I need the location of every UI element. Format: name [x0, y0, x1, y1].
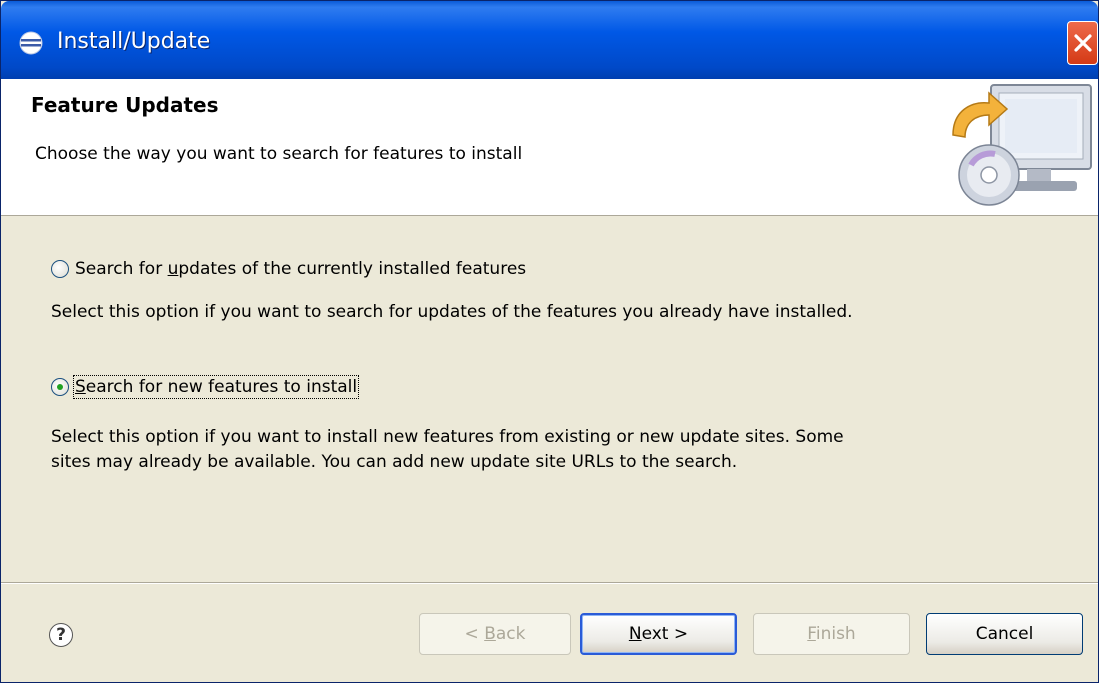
close-x-icon [1074, 34, 1092, 52]
next-button[interactable]: Next > [580, 613, 737, 655]
computer-update-cd-icon [952, 84, 1092, 206]
window-title: Install/Update [57, 29, 211, 54]
cancel-button-label: Cancel [975, 624, 1034, 644]
help-button[interactable]: ? [49, 623, 73, 647]
finish-button[interactable]: Finish [753, 613, 910, 655]
back-button[interactable]: < Back [419, 613, 571, 655]
back-button-label: < Back [464, 624, 526, 644]
install-update-dialog: Install/Update Feature Updates Choose th… [0, 0, 1099, 683]
page-description: Choose the way you want to search for fe… [35, 144, 523, 164]
option-new-label: Search for new features to install [72, 375, 360, 399]
option-new-description-line2: sites may already be available. You can … [51, 452, 738, 472]
help-question-icon: ? [56, 625, 66, 645]
option-new-row[interactable]: Search for new features to install [51, 375, 360, 399]
title-bar[interactable]: Install/Update [1, 1, 1098, 79]
next-button-label: Next > [628, 624, 689, 644]
option-update-description: Select this option if you want to search… [51, 302, 853, 322]
wizard-header-banner: Feature Updates Choose the way you want … [1, 79, 1098, 216]
close-button[interactable] [1067, 21, 1098, 65]
option-new-description: Select this option if you want to instal… [51, 425, 844, 475]
finish-button-label: Finish [807, 624, 856, 644]
option-update-label: Search for updates of the currently inst… [75, 259, 527, 279]
eclipse-app-icon [19, 31, 43, 55]
cancel-button[interactable]: Cancel [926, 613, 1083, 655]
option-update-row[interactable]: Search for updates of the currently inst… [51, 259, 526, 279]
page-title: Feature Updates [31, 93, 219, 117]
footer-separator [1, 582, 1098, 584]
option-new-description-line1: Select this option if you want to instal… [51, 427, 844, 447]
radio-update-installed[interactable] [51, 260, 69, 278]
radio-new-features[interactable] [51, 378, 69, 396]
